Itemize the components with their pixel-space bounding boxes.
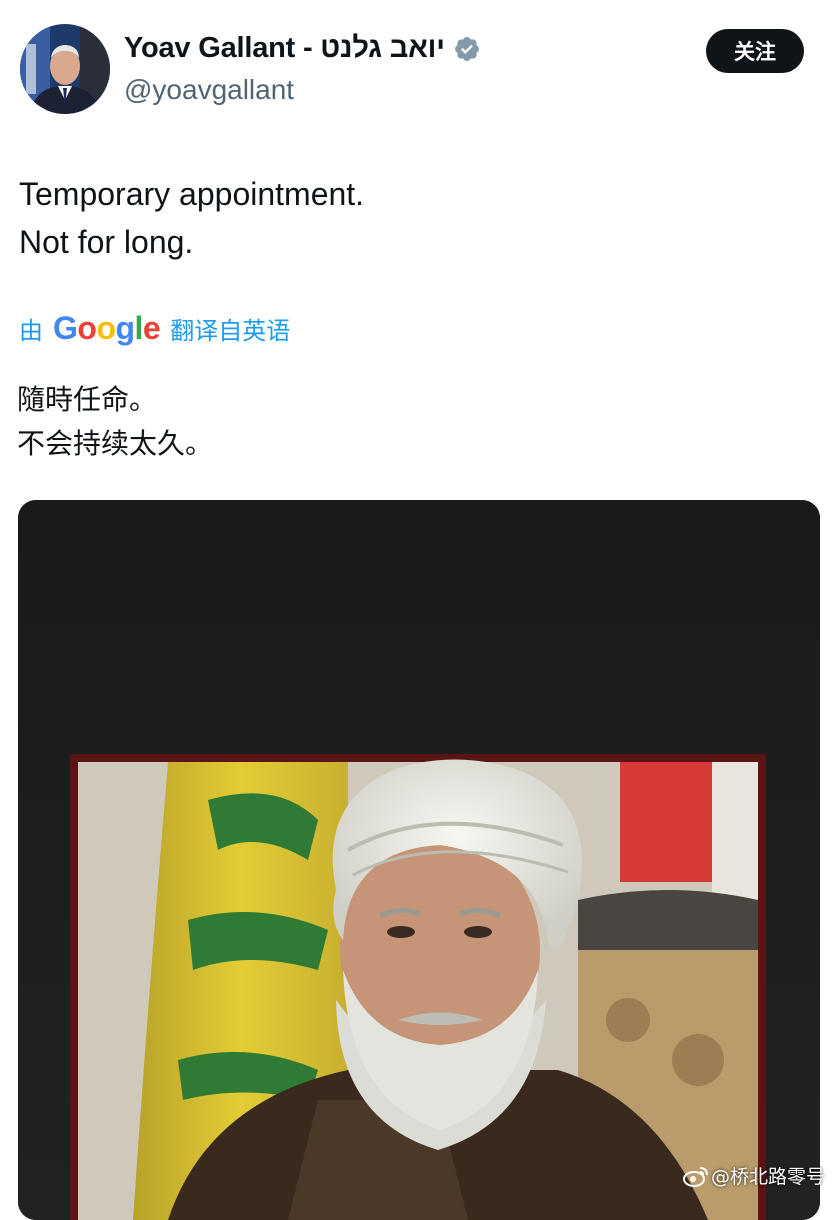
translation-suffix: 翻译自英语 <box>170 317 291 345</box>
avatar-photo <box>20 24 110 114</box>
google-letter: g <box>115 310 135 346</box>
google-logo: G o o g l e <box>53 310 161 347</box>
avatar[interactable] <box>20 24 110 114</box>
author-handle[interactable]: @yoavgallant <box>124 74 294 106</box>
google-letter: l <box>134 310 144 346</box>
translated-line: 隨時任命。 <box>17 383 158 416</box>
google-letter: e <box>142 310 161 346</box>
google-letter: o <box>96 310 116 346</box>
follow-button[interactable]: 关注 <box>706 29 804 73</box>
verified-badge-icon <box>453 35 481 63</box>
translation-prefix: 由 <box>19 317 43 345</box>
display-name[interactable]: Yoav Gallant - יואב גלנט <box>124 32 445 65</box>
google-letter: G <box>53 310 78 346</box>
google-letter: o <box>77 310 97 346</box>
tweet-line: Temporary appointment. <box>19 176 365 212</box>
translation-attribution[interactable]: 由 G o o g l e 翻译自英语 <box>19 310 290 347</box>
watermark: @桥北路零号 <box>683 1162 825 1189</box>
translated-text: 隨時任命。 不会持续太久。 <box>17 378 213 466</box>
media-image[interactable] <box>18 500 820 1220</box>
tweet-line: Not for long. <box>19 224 194 260</box>
author-name-row: Yoav Gallant - יואב גלנט <box>124 32 481 65</box>
translated-line: 不会持续太久。 <box>17 427 214 460</box>
weibo-icon <box>683 1165 709 1187</box>
tweet-text: Temporary appointment. Not for long. <box>19 170 364 266</box>
watermark-text: @桥北路零号 <box>711 1166 826 1188</box>
